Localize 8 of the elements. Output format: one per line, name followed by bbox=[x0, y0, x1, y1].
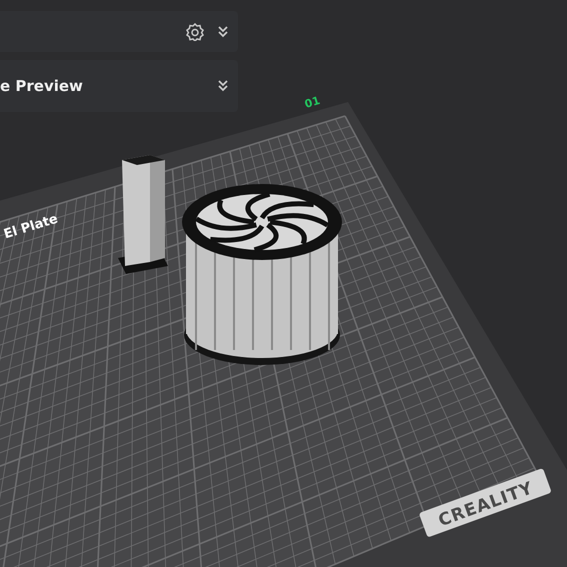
panel-title: e Preview bbox=[0, 77, 83, 95]
plate-number: 01 bbox=[303, 94, 322, 111]
vase-model[interactable] bbox=[182, 184, 342, 365]
settings-icon[interactable] bbox=[186, 22, 204, 40]
plate-name: El Plate bbox=[2, 212, 60, 242]
expand-icon[interactable] bbox=[218, 80, 228, 92]
collapse-icon[interactable] bbox=[218, 26, 228, 38]
tower-model[interactable] bbox=[118, 155, 168, 274]
